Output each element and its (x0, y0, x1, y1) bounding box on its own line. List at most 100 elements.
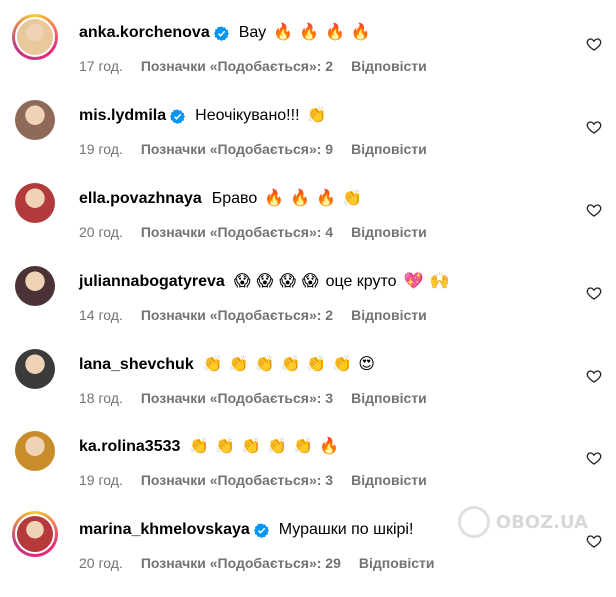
emoji: 👏 (342, 190, 362, 207)
avatar (15, 514, 55, 554)
emoji: 👏 (215, 438, 236, 455)
avatar (15, 100, 55, 140)
comment-item: anka.korchenova Вау 🔥 🔥 🔥 🔥 17 год. Позначки «П… (0, 14, 616, 100)
comment-item: ella.povazhnaya Браво 🔥 🔥 🔥 👏 20 год. Позначки … (0, 183, 616, 266)
username-link[interactable]: ella.povazhnaya (79, 189, 202, 209)
comment-text: Мурашки по шкірі! (278, 521, 414, 538)
emoji: 👏 (241, 438, 262, 455)
comment-text: оце круто (325, 273, 397, 290)
emoji: 💖 (403, 273, 424, 290)
likes-count-link[interactable]: Позначки «Подобається»: 2 (141, 58, 333, 74)
comment-item: lana_shevchuk 👏 👏 👏 👏 👏 👏 😍 18 год. Позначки «Под… (0, 349, 616, 432)
comment-meta: 20 год. Позначки «Подобається»: 4 Відповіс… (79, 224, 427, 240)
emoji: 👏 (254, 356, 275, 373)
reply-button[interactable]: Відповісти (351, 390, 427, 406)
comment-timestamp[interactable]: 19 год. (79, 472, 123, 488)
comment-meta: 20 год. Позначки «Подобається»: 29 Відпові… (79, 555, 435, 571)
avatar-link[interactable] (15, 349, 55, 389)
emoji: 🔥 (273, 24, 294, 41)
username-link[interactable]: lana_shevchuk (79, 355, 194, 375)
username-link[interactable]: marina_khmelovskaya (79, 520, 250, 540)
like-heart-icon[interactable] (586, 533, 602, 549)
comment-text: Неочікувано!!! (195, 107, 300, 124)
comment-timestamp[interactable]: 20 год. (79, 224, 123, 240)
reply-button[interactable]: Відповісти (351, 307, 427, 323)
likes-count-link[interactable]: Позначки «Подобається»: 29 (141, 555, 341, 571)
like-heart-icon[interactable] (586, 119, 602, 135)
emoji: 👏 (280, 356, 301, 373)
emoji: 😱 (256, 273, 274, 290)
avatar-link[interactable] (15, 266, 55, 306)
comment-text-line: ella.povazhnaya Браво 🔥 🔥 🔥 👏 (79, 189, 556, 209)
comment-timestamp[interactable]: 20 год. (79, 555, 123, 571)
comment-item: juliannabogatyreva 😱 😱 😱 😱 оце круто 💖 🙌 14 год.… (0, 266, 616, 349)
comment-text-line: ka.rolina3533 👏 👏 👏 👏 👏 🔥 (79, 437, 556, 457)
verified-badge-icon (213, 25, 229, 41)
avatar-link[interactable] (15, 183, 55, 223)
comment-meta: 17 год. Позначки «Подобається»: 2 Відповіс… (79, 58, 427, 74)
avatar-link[interactable] (12, 511, 58, 557)
emoji: 🔥 (350, 24, 371, 41)
emoji: 🔥 (316, 190, 336, 207)
avatar (15, 17, 55, 57)
emoji: 😱 (233, 273, 251, 290)
comment-timestamp[interactable]: 14 год. (79, 307, 123, 323)
comment-timestamp[interactable]: 19 год. (79, 141, 123, 157)
comment-item: ka.rolina3533 👏 👏 👏 👏 👏 🔥 19 год. Позначки «Подо… (0, 431, 616, 514)
avatar (15, 266, 55, 306)
reply-button[interactable]: Відповісти (351, 224, 427, 240)
likes-count-link[interactable]: Позначки «Подобається»: 3 (141, 390, 333, 406)
watermark-text: OBOZ.UA (495, 511, 588, 533)
username-link[interactable]: juliannabogatyreva (79, 272, 225, 292)
comment-text: Браво (211, 190, 258, 207)
emoji: 👏 (306, 356, 327, 373)
likes-count-link[interactable]: Позначки «Подобається»: 9 (141, 141, 333, 157)
comment-meta: 14 год. Позначки «Подобається»: 2 Відповіс… (79, 307, 427, 323)
comment-item: mis.lydmila Неочікувано!!! 👏 19 год. Позначк… (0, 100, 616, 183)
username-link[interactable]: mis.lydmila (79, 106, 166, 126)
emoji: 🙌 (429, 273, 450, 290)
emoji: 👏 (189, 438, 210, 455)
comment-text-line: juliannabogatyreva 😱 😱 😱 😱 оце круто 💖 🙌 (79, 272, 556, 292)
reply-button[interactable]: Відповісти (351, 472, 427, 488)
likes-count-link[interactable]: Позначки «Подобається»: 2 (141, 307, 333, 323)
username-link[interactable]: anka.korchenova (79, 23, 210, 43)
like-heart-icon[interactable] (586, 202, 602, 218)
like-heart-icon[interactable] (586, 368, 602, 384)
emoji: 👏 (293, 438, 314, 455)
comment-meta: 18 год. Позначки «Подобається»: 3 Відповіс… (79, 390, 427, 406)
comment-text-line: anka.korchenova Вау 🔥 🔥 🔥 🔥 (79, 23, 556, 43)
avatar (15, 183, 55, 223)
comment-body: Неочікувано!!! 👏 (191, 106, 329, 126)
emoji: 👏 (228, 356, 249, 373)
comment-meta: 19 год. Позначки «Подобається»: 3 Відповіс… (79, 472, 427, 488)
emoji: 👏 (202, 356, 223, 373)
emoji: 🔥 (290, 190, 311, 207)
comment-body: 👏 👏 👏 👏 👏 👏 😍 (200, 357, 378, 373)
comment-meta: 19 год. Позначки «Подобається»: 9 Відповіс… (79, 141, 427, 157)
emoji: 🔥 (299, 24, 319, 41)
comment-body: Мурашки по шкірі! (275, 520, 418, 540)
watermark: OBOZ.UA (457, 506, 588, 538)
reply-button[interactable]: Відповісти (351, 141, 427, 157)
comment-text-line: mis.lydmila Неочікувано!!! 👏 (79, 106, 556, 126)
username-link[interactable]: ka.rolina3533 (79, 437, 180, 457)
like-heart-icon[interactable] (586, 450, 602, 466)
emoji: 😱 (279, 273, 296, 290)
comment-body: 👏 👏 👏 👏 👏 🔥 (186, 439, 342, 455)
avatar-link[interactable] (15, 431, 55, 471)
avatar-link[interactable] (15, 100, 55, 140)
like-heart-icon[interactable] (586, 285, 602, 301)
reply-button[interactable]: Відповісти (351, 58, 427, 74)
reply-button[interactable]: Відповісти (359, 555, 435, 571)
likes-count-link[interactable]: Позначки «Подобається»: 4 (141, 224, 333, 240)
comment-timestamp[interactable]: 18 год. (79, 390, 123, 406)
avatar (15, 431, 55, 471)
like-heart-icon[interactable] (586, 36, 602, 52)
avatar-link[interactable] (12, 14, 58, 60)
comment-body: Вау 🔥 🔥 🔥 🔥 (235, 23, 374, 43)
comment-timestamp[interactable]: 17 год. (79, 58, 123, 74)
likes-count-link[interactable]: Позначки «Подобається»: 3 (141, 472, 333, 488)
verified-badge-icon (253, 522, 269, 538)
comment-body: 😱 😱 😱 😱 оце круто 💖 🙌 (231, 272, 453, 292)
